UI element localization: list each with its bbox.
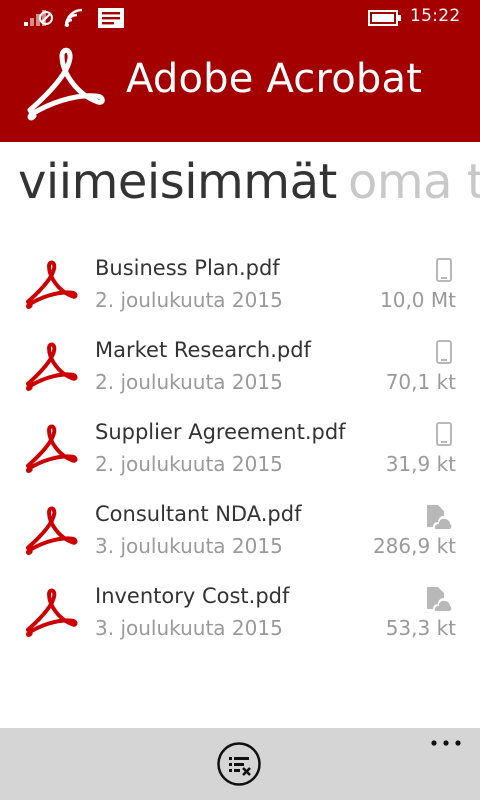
file-name: Inventory Cost.pdf [95,584,290,608]
phone-icon [436,340,452,364]
pdf-icon [25,342,78,391]
pivot-tab-my-files[interactable]: oma t [348,150,480,214]
recent-files-list: Business Plan.pdf 2. joulukuuta 2015 10,… [0,252,480,662]
pdf-icon [25,506,78,555]
signal-icon [24,10,53,26]
file-date: 2. joulukuuta 2015 [95,288,283,312]
pdf-icon [25,260,78,309]
file-name: Business Plan.pdf [95,256,280,280]
status-time: 15:22 [410,6,461,26]
pivot-header: viimeisimmät oma t [0,150,480,220]
file-size: 70,1 kt [385,370,456,394]
file-date: 3. joulukuuta 2015 [95,616,283,640]
file-date: 3. joulukuuta 2015 [95,534,283,558]
battery-icon [368,10,401,26]
file-row[interactable]: Consultant NDA.pdf 3. joulukuuta 2015 28… [0,498,480,580]
file-name: Supplier Agreement.pdf [95,420,346,444]
file-date: 2. joulukuuta 2015 [95,452,283,476]
cloud-document-icon [427,505,452,529]
message-icon [98,8,124,28]
file-row[interactable]: Inventory Cost.pdf 3. joulukuuta 2015 53… [0,580,480,662]
wifi-icon [64,8,83,27]
cloud-document-icon [427,587,452,611]
pdf-icon [25,424,78,473]
file-size: 53,3 kt [385,616,456,640]
file-size: 10,0 Mt [380,288,456,312]
file-size: 286,9 kt [372,534,456,558]
clear-list-icon[interactable] [217,742,261,786]
phone-icon [436,422,452,446]
screen: 15:22 Adobe Acrobat viimeisimmät oma t B… [0,0,480,800]
file-name: Market Research.pdf [95,338,311,362]
app-bar [0,728,480,800]
app-header: 15:22 Adobe Acrobat [0,0,480,142]
phone-icon [436,258,452,282]
file-size: 31,9 kt [385,452,456,476]
file-name: Consultant NDA.pdf [95,502,302,526]
adobe-acrobat-logo [27,47,105,121]
status-bar: 15:22 [0,0,480,34]
file-row[interactable]: Market Research.pdf 2. joulukuuta 2015 7… [0,334,480,416]
file-row[interactable]: Supplier Agreement.pdf 2. joulukuuta 201… [0,416,480,498]
file-date: 2. joulukuuta 2015 [95,370,283,394]
more-options-icon[interactable] [428,734,464,752]
app-title: Adobe Acrobat [126,56,423,102]
pivot-tab-recent[interactable]: viimeisimmät [18,150,337,214]
pdf-icon [25,588,78,637]
file-row[interactable]: Business Plan.pdf 2. joulukuuta 2015 10,… [0,252,480,334]
